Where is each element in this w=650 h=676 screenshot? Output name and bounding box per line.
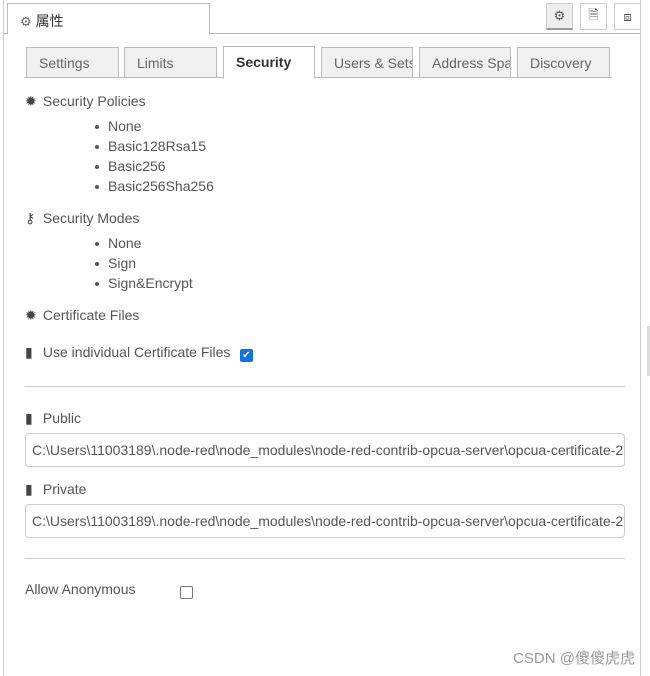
tab-discovery[interactable]: Discovery [517, 47, 610, 78]
file-icon: ▮ [25, 344, 33, 360]
tab-limits[interactable]: Limits [124, 47, 217, 78]
appearance-button[interactable]: ⧈ [614, 3, 641, 30]
settings-button[interactable]: ⚙ [546, 3, 573, 30]
private-label: ▮ Private [25, 481, 86, 498]
properties-tab[interactable]: ⚙ 属性 [7, 3, 210, 35]
list-item: Sign [95, 253, 193, 273]
key-icon: ⚷ [25, 210, 36, 226]
label: Certificate Files [42, 307, 140, 323]
gear-icon: ⚙ [20, 14, 32, 29]
allow-anonymous-checkbox[interactable] [180, 586, 193, 599]
label: Use individual Certificate Files [42, 344, 231, 360]
label: Private [42, 481, 87, 497]
list-item: None [95, 116, 214, 136]
tab-users-sets[interactable]: Users & Sets [321, 47, 413, 78]
security-modes-list: None Sign Sign&Encrypt [95, 233, 193, 293]
security-policies-heading: ✹ Security Policies [25, 93, 146, 110]
private-input[interactable]: C:\Users\11003189\.node-red\node_modules… [25, 504, 625, 538]
use-individual-label: ▮ Use individual Certificate Files [25, 344, 230, 361]
public-input[interactable]: C:\Users\11003189\.node-red\node_modules… [25, 433, 625, 467]
cog-icon: ✹ [25, 93, 37, 109]
list-item: None [95, 233, 193, 253]
watermark: CSDN @傻傻虎虎 [513, 650, 635, 667]
file-icon: ▮ [25, 410, 33, 426]
properties-panel: ⚙ 属性 ⚙ 🗎 ⧈ Settings Limits Security Users… [3, 0, 641, 676]
properties-title: 属性 [35, 13, 64, 29]
use-individual-checkbox[interactable]: ✔ [240, 349, 253, 362]
panel-header: ⚙ 属性 ⚙ 🗎 ⧈ [4, 0, 641, 35]
tab-bar: Settings Limits Security Users & Sets Ad… [24, 46, 612, 79]
tab-security[interactable]: Security [223, 46, 315, 79]
file-icon: ▮ [25, 481, 33, 497]
document-icon: 🗎 [588, 6, 599, 22]
allow-anonymous-label: Allow Anonymous [25, 581, 136, 597]
frame-icon: ⧈ [623, 8, 632, 24]
security-policies-list: None Basic128Rsa15 Basic256 Basic256Sha2… [95, 116, 214, 196]
list-item: Basic128Rsa15 [95, 136, 214, 156]
label: Security Policies [42, 93, 146, 109]
gear-icon: ⚙ [553, 8, 566, 23]
list-item: Sign&Encrypt [95, 275, 193, 291]
tab-settings[interactable]: Settings [26, 47, 119, 78]
security-modes-heading: ⚷ Security Modes [25, 210, 139, 227]
cog-icon: ✹ [25, 307, 37, 323]
description-button[interactable]: 🗎 [580, 3, 607, 30]
list-item: Basic256Sha256 [95, 178, 214, 194]
divider [25, 558, 625, 559]
divider [25, 386, 625, 387]
certificate-files-heading: ✹ Certificate Files [25, 307, 139, 324]
tab-address-space[interactable]: Address Space [419, 47, 511, 78]
label: Security Modes [42, 210, 140, 226]
public-label: ▮ Public [25, 410, 81, 427]
label: Public [42, 410, 82, 426]
list-item: Basic256 [95, 156, 214, 176]
